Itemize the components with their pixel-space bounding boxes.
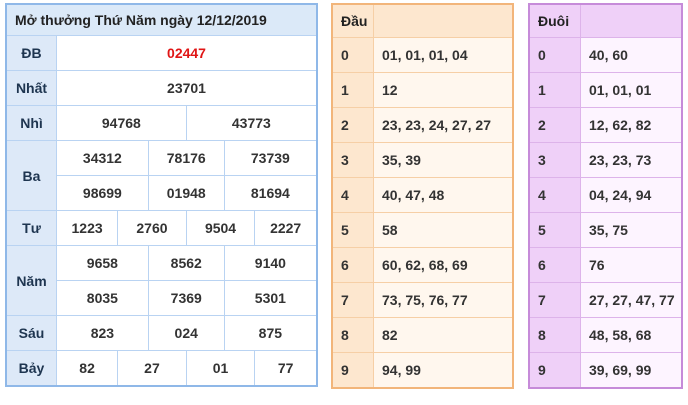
prize-nam-value: 9140 [223, 245, 318, 281]
duoi-key: 7 [528, 282, 581, 318]
prize-label-nhi: Nhì [5, 105, 57, 141]
prize-db-value: 02447 [56, 35, 318, 71]
duoi-header: Đuôi [528, 3, 581, 38]
prize-bay-value: 27 [117, 350, 187, 386]
dau-header-blank [373, 3, 514, 38]
prize-ba-value: 98699 [56, 175, 149, 211]
dau-values: 94, 99 [373, 352, 514, 388]
dau-key: 0 [331, 37, 374, 73]
duoi-values: 48, 58, 68 [580, 317, 683, 353]
prize-ba-value: 01948 [147, 175, 225, 211]
prize-nam-value: 9658 [56, 245, 149, 281]
duoi-key: 1 [528, 72, 581, 108]
dau-key: 8 [331, 317, 374, 353]
prize-nhi-value: 43773 [185, 105, 318, 141]
prize-ba-value: 81694 [223, 175, 318, 211]
prize-bay-value: 01 [185, 350, 256, 386]
prize-nam-value: 7369 [147, 280, 225, 316]
duoi-key: 2 [528, 107, 581, 143]
duoi-values: 04, 24, 94 [580, 177, 683, 213]
dau-values: 35, 39 [373, 142, 514, 178]
dau-header: Đầu [331, 3, 374, 38]
duoi-key: 5 [528, 212, 581, 248]
prize-nhat-value: 23701 [56, 70, 318, 106]
duoi-key: 8 [528, 317, 581, 353]
duoi-values: 01, 01, 01 [580, 72, 683, 108]
duoi-table: Đuôi 0 40, 60 1 01, 01, 01 2 12, 62, 82 3 23… [528, 3, 683, 389]
duoi-values: 35, 75 [580, 212, 683, 248]
prize-nhi-value: 94768 [56, 105, 187, 141]
prize-nam-value: 8562 [147, 245, 225, 281]
prize-ba-value: 73739 [223, 140, 318, 176]
duoi-key: 0 [528, 37, 581, 73]
duoi-key: 4 [528, 177, 581, 213]
dau-values: 40, 47, 48 [373, 177, 514, 213]
duoi-header-blank [580, 3, 683, 38]
dau-key: 4 [331, 177, 374, 213]
duoi-key: 6 [528, 247, 581, 283]
prize-bay-value: 82 [55, 350, 119, 386]
dau-values: 73, 75, 76, 77 [373, 282, 514, 318]
duoi-values: 40, 60 [580, 37, 683, 73]
prize-sau-value: 823 [56, 315, 149, 351]
dau-values: 58 [373, 212, 514, 248]
dau-values: 01, 01, 01, 04 [373, 37, 514, 73]
prize-label-ba: Ba [5, 140, 57, 211]
prize-label-sau: Sáu [5, 315, 57, 351]
dau-key: 7 [331, 282, 374, 318]
results-table: Mở thưởng Thứ Năm ngày 12/12/2019 ĐB 024… [5, 3, 318, 387]
duoi-key: 3 [528, 142, 581, 178]
dau-key: 1 [331, 72, 374, 108]
prize-tu-value: 2227 [254, 210, 318, 246]
prize-label-nhat: Nhất [5, 70, 57, 106]
prize-tu-value: 1223 [55, 210, 119, 246]
results-title: Mở thưởng Thứ Năm ngày 12/12/2019 [5, 3, 318, 36]
duoi-values: 27, 27, 47, 77 [580, 282, 683, 318]
dau-values: 23, 23, 24, 27, 27 [373, 107, 514, 143]
prize-bay-value: 77 [254, 350, 318, 386]
dau-values: 82 [373, 317, 514, 353]
prize-label-bay: Bảy [5, 350, 57, 386]
dau-key: 2 [331, 107, 374, 143]
prize-nam-value: 5301 [223, 280, 318, 316]
dau-key: 5 [331, 212, 374, 248]
duoi-key: 9 [528, 352, 581, 388]
prize-sau-value: 875 [223, 315, 318, 351]
prize-tu-value: 2760 [117, 210, 187, 246]
duoi-values: 23, 23, 73 [580, 142, 683, 178]
dau-table: Đầu 0 01, 01, 01, 04 1 12 2 23, 23, 24, 27,… [331, 3, 514, 389]
dau-values: 60, 62, 68, 69 [373, 247, 514, 283]
dau-values: 12 [373, 72, 514, 108]
prize-nam-value: 8035 [56, 280, 149, 316]
prize-label-nam: Năm [5, 245, 57, 316]
prize-ba-value: 34312 [56, 140, 149, 176]
prize-tu-value: 9504 [185, 210, 256, 246]
duoi-values: 39, 69, 99 [580, 352, 683, 388]
prize-ba-value: 78176 [147, 140, 225, 176]
dau-key: 9 [331, 352, 374, 388]
prize-label-db: ĐB [5, 35, 57, 71]
dau-key: 6 [331, 247, 374, 283]
duoi-values: 12, 62, 82 [580, 107, 683, 143]
duoi-values: 76 [580, 247, 683, 283]
dau-key: 3 [331, 142, 374, 178]
prize-label-tu: Tư [5, 210, 57, 246]
prize-sau-value: 024 [147, 315, 225, 351]
